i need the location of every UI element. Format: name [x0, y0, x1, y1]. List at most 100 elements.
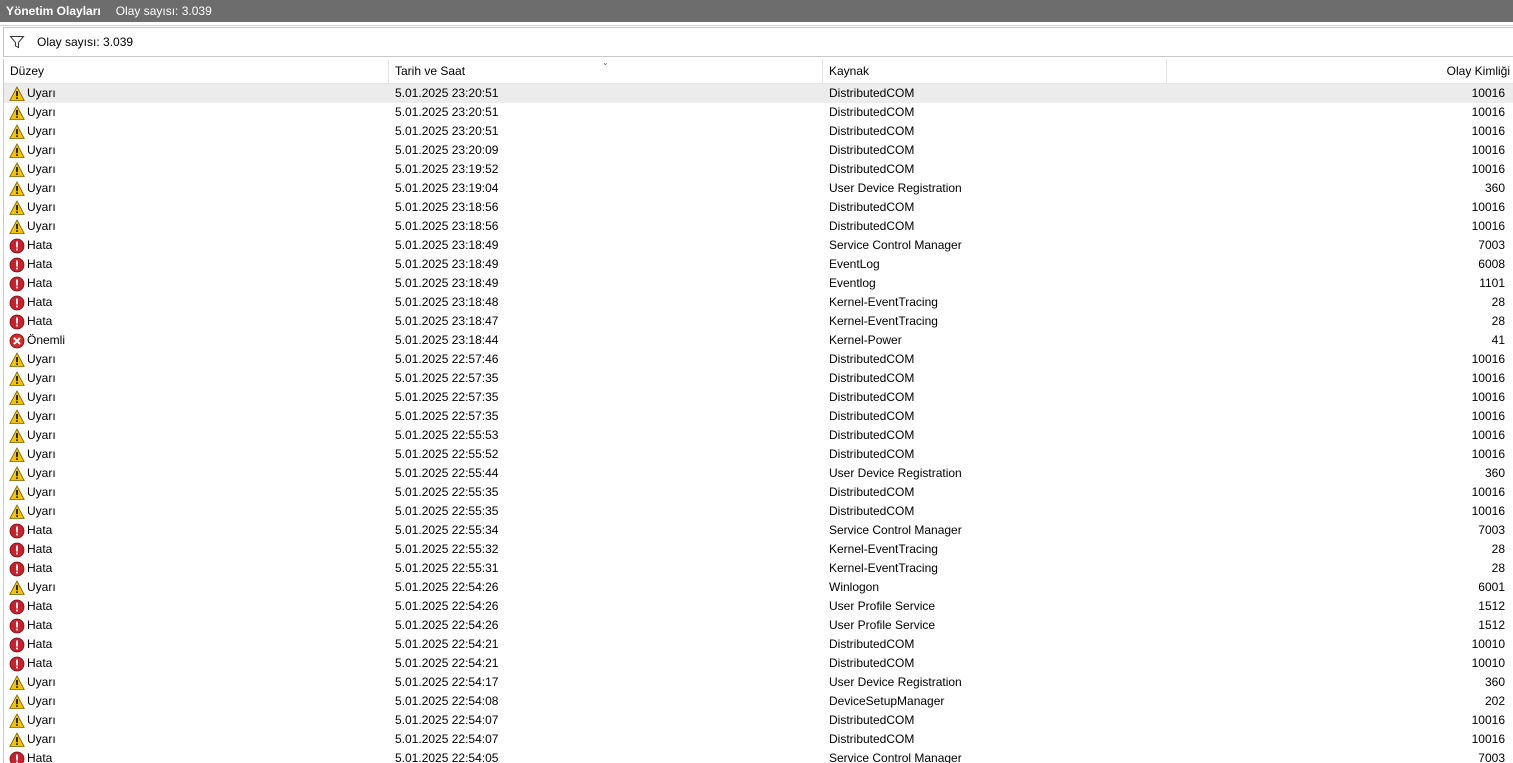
table-row[interactable]: Uyarı 5.01.2025 22:57:46 DistributedCOM 100… — [4, 350, 1513, 369]
cell-event-id: 202 — [1484, 694, 1505, 708]
table-row[interactable]: Hata 5.01.2025 23:18:48 Kernel-EventTracin… — [4, 293, 1513, 312]
cell-source: User Device Registration — [829, 181, 962, 195]
cell-event-id: 10016 — [1471, 713, 1505, 727]
cell-event-id: 10016 — [1471, 409, 1505, 423]
table-row[interactable]: Hata 5.01.2025 23:18:47 Kernel-EventTracin… — [4, 312, 1513, 331]
table-row[interactable]: Hata 5.01.2025 22:54:05 Service Control Ma… — [4, 749, 1513, 763]
cell-source: DistributedCOM — [829, 143, 915, 157]
cell-date: 5.01.2025 22:54:17 — [395, 675, 499, 689]
table-row[interactable]: Uyarı 5.01.2025 22:55:35 DistributedCOM 100… — [4, 483, 1513, 502]
cell-event-id: 41 — [1491, 333, 1505, 347]
table-row[interactable]: Hata 5.01.2025 23:18:49 Service Control Ma… — [4, 236, 1513, 255]
table-row[interactable]: Uyarı 5.01.2025 22:57:35 DistributedCOM 100… — [4, 369, 1513, 388]
error-icon — [9, 295, 27, 311]
error-icon — [9, 618, 27, 634]
table-row[interactable]: Uyarı 5.01.2025 22:55:52 DistributedCOM 100… — [4, 445, 1513, 464]
table-row[interactable]: Uyarı 5.01.2025 23:20:51 DistributedCOM 100… — [4, 122, 1513, 141]
table-row[interactable]: Uyarı 5.01.2025 22:57:35 DistributedCOM 100… — [4, 388, 1513, 407]
table-row[interactable]: Uyarı 5.01.2025 22:54:17 User Device Regis… — [4, 673, 1513, 692]
table-row[interactable]: Uyarı 5.01.2025 23:19:04 User Device Regis… — [4, 179, 1513, 198]
level-text: Uyarı — [27, 713, 56, 727]
table-row[interactable]: Önemli 5.01.2025 23:18:44 Kernel-Power 41 — [4, 331, 1513, 350]
warning-icon — [9, 218, 27, 235]
table-row[interactable]: Uyarı 5.01.2025 23:18:56 DistributedCOM 100… — [4, 198, 1513, 217]
table-row[interactable]: Uyarı 5.01.2025 23:20:51 DistributedCOM 100… — [4, 103, 1513, 122]
column-header-source[interactable]: Kaynak — [823, 59, 1167, 83]
cell-level: Hata — [9, 616, 52, 635]
warning-icon — [9, 351, 27, 368]
cell-level: Uyarı — [9, 407, 56, 426]
cell-level: Uyarı — [9, 141, 56, 160]
cell-date: 5.01.2025 22:55:31 — [395, 561, 499, 575]
cell-level: Uyarı — [9, 426, 56, 445]
table-row[interactable]: Hata 5.01.2025 23:18:49 EventLog 6008 — [4, 255, 1513, 274]
cell-event-id: 10016 — [1471, 162, 1505, 176]
cell-date: 5.01.2025 23:18:47 — [395, 314, 499, 328]
filter-icon[interactable] — [9, 34, 25, 50]
table-row[interactable]: Uyarı 5.01.2025 23:18:56 DistributedCOM 100… — [4, 217, 1513, 236]
table-row[interactable]: Uyarı 5.01.2025 22:55:44 User Device Regis… — [4, 464, 1513, 483]
cell-source: DistributedCOM — [829, 485, 915, 499]
level-text: Hata — [27, 542, 53, 556]
level-text: Uyarı — [27, 390, 56, 404]
cell-source: User Profile Service — [829, 599, 936, 613]
table-row[interactable]: Uyarı 5.01.2025 22:54:08 DeviceSetupManage… — [4, 692, 1513, 711]
table-row[interactable]: Hata 5.01.2025 22:55:32 Kernel-EventTracin… — [4, 540, 1513, 559]
table-row[interactable]: Uyarı 5.01.2025 22:55:35 DistributedCOM 100… — [4, 502, 1513, 521]
cell-level: Hata — [9, 293, 52, 312]
table-row[interactable]: Uyarı 5.01.2025 23:19:52 DistributedCOM 100… — [4, 160, 1513, 179]
cell-date: 5.01.2025 22:55:32 — [395, 542, 499, 556]
cell-source: User Device Registration — [829, 466, 962, 480]
table-row[interactable]: Uyarı 5.01.2025 22:54:07 DistributedCOM 100… — [4, 711, 1513, 730]
cell-date: 5.01.2025 23:20:09 — [395, 143, 499, 157]
table-row[interactable]: Hata 5.01.2025 22:54:21 DistributedCOM 1001… — [4, 635, 1513, 654]
cell-source: DeviceSetupManager — [829, 694, 945, 708]
cell-event-id: 360 — [1484, 181, 1505, 195]
table-row[interactable]: Uyarı 5.01.2025 22:57:35 DistributedCOM 100… — [4, 407, 1513, 426]
level-text: Önemli — [27, 333, 66, 347]
cell-event-id: 7003 — [1478, 751, 1505, 763]
table-row[interactable]: Uyarı 5.01.2025 23:20:09 DistributedCOM 100… — [4, 141, 1513, 160]
cell-source: DistributedCOM — [829, 447, 915, 461]
table-row[interactable]: Uyarı 5.01.2025 22:55:53 DistributedCOM 100… — [4, 426, 1513, 445]
warning-icon — [9, 427, 27, 444]
table-row[interactable]: Hata 5.01.2025 22:54:21 DistributedCOM 1001… — [4, 654, 1513, 673]
cell-level: Uyarı — [9, 711, 56, 730]
cell-date: 5.01.2025 23:18:49 — [395, 238, 499, 252]
title-bar: Yönetim Olayları Olay sayısı: 3.039 — [0, 0, 1513, 22]
warning-icon — [9, 712, 27, 729]
cell-source: Service Control Manager — [829, 751, 962, 763]
warning-icon — [9, 579, 27, 596]
cell-level: Hata — [9, 635, 52, 654]
level-text: Hata — [27, 751, 53, 763]
level-text: Hata — [27, 295, 53, 309]
cell-date: 5.01.2025 22:54:08 — [395, 694, 499, 708]
table-row[interactable]: Uyarı 5.01.2025 23:20:51 DistributedCOM 100… — [4, 84, 1513, 103]
cell-level: Uyarı — [9, 673, 56, 692]
table-row[interactable]: Hata 5.01.2025 22:54:26 User Profile Servi… — [4, 616, 1513, 635]
cell-source: Service Control Manager — [829, 523, 962, 537]
level-text: Uyarı — [27, 124, 56, 138]
error-icon — [9, 656, 27, 672]
level-text: Uyarı — [27, 409, 56, 423]
level-text: Hata — [27, 276, 53, 290]
cell-level: Hata — [9, 521, 52, 540]
error-icon — [9, 257, 27, 273]
table-row[interactable]: Hata 5.01.2025 22:55:34 Service Control Ma… — [4, 521, 1513, 540]
cell-event-id: 10010 — [1471, 637, 1505, 651]
table-row[interactable]: Hata 5.01.2025 22:55:31 Kernel-EventTracin… — [4, 559, 1513, 578]
table-row[interactable]: Uyarı 5.01.2025 22:54:07 DistributedCOM 100… — [4, 730, 1513, 749]
cell-level: Uyarı — [9, 464, 56, 483]
cell-date: 5.01.2025 23:20:51 — [395, 105, 499, 119]
cell-source: DistributedCOM — [829, 200, 915, 214]
table-row[interactable]: Hata 5.01.2025 22:54:26 User Profile Servi… — [4, 597, 1513, 616]
column-header-level[interactable]: Düzey — [4, 59, 389, 83]
cell-source: DistributedCOM — [829, 409, 915, 423]
column-header-event-id[interactable]: Olay Kimliği — [1167, 59, 1513, 83]
cell-date: 5.01.2025 22:54:26 — [395, 618, 499, 632]
table-row[interactable]: Uyarı 5.01.2025 22:54:26 Winlogon 6001 — [4, 578, 1513, 597]
title-event-count: Olay sayısı: 3.039 — [115, 4, 212, 18]
cell-event-id: 28 — [1491, 314, 1505, 328]
cell-source: DistributedCOM — [829, 352, 915, 366]
table-row[interactable]: Hata 5.01.2025 23:18:49 Eventlog 1101 — [4, 274, 1513, 293]
